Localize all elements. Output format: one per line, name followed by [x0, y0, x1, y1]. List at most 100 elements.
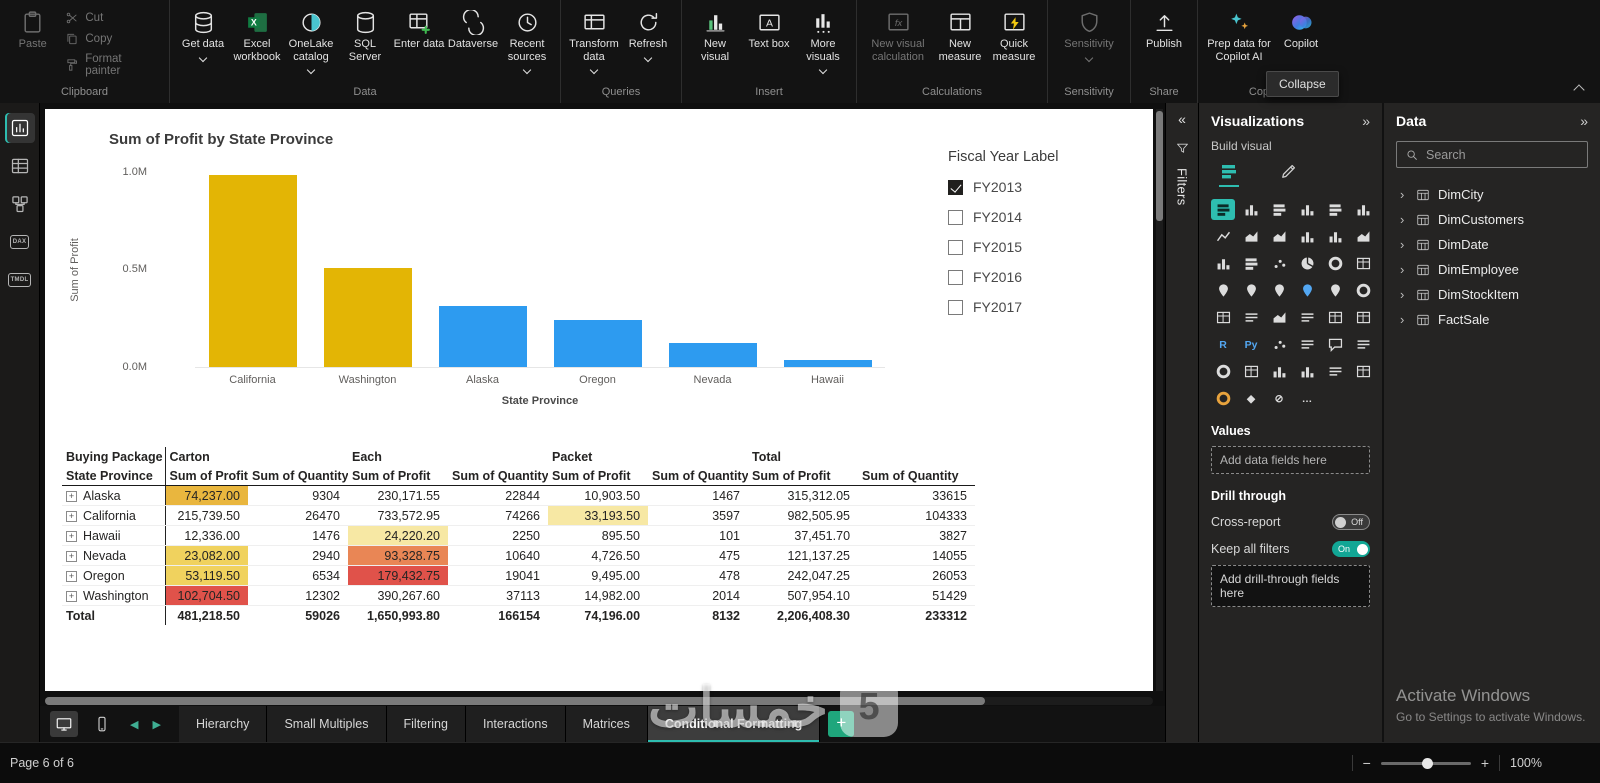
collapse-pane-icon[interactable]: » [1362, 113, 1370, 129]
visual-icon-smart-narrative[interactable] [1351, 334, 1375, 355]
visual-icon-arcgis-map[interactable] [1323, 280, 1347, 301]
matrix-cell[interactable]: 2,206,408.30 [748, 605, 859, 625]
table-row[interactable]: + California 215,739.50 26470 733,572.95 … [62, 505, 976, 526]
new-visual-button[interactable]: New visual [688, 7, 742, 66]
checkbox-icon[interactable] [948, 299, 963, 315]
visual-icon-clustered-column-chart[interactable] [1295, 199, 1319, 220]
bar-Washington[interactable] [323, 268, 412, 367]
collapse-ribbon-icon[interactable] [1574, 83, 1584, 93]
visual-icon-decomposition-tree[interactable] [1295, 334, 1319, 355]
column-header-packet[interactable]: Packet [548, 447, 748, 466]
column-header[interactable]: Buying Package [62, 447, 165, 466]
matrix-cell[interactable]: 14,982.00 [548, 585, 649, 606]
matrix-cell[interactable]: 59026 [248, 605, 348, 625]
matrix-cell[interactable]: 895.50 [548, 525, 649, 546]
bar-Oregon[interactable] [553, 320, 642, 367]
row-header-cell[interactable]: + Washington [62, 585, 165, 606]
dataverse-button[interactable]: Dataverse [446, 7, 500, 54]
visual-icon-slicer[interactable] [1295, 307, 1319, 328]
expand-icon[interactable]: + [66, 590, 77, 602]
matrix-cell[interactable]: 215,739.50 [164, 505, 248, 526]
matrix-cell[interactable]: 3597 [648, 505, 749, 526]
visual-icon-stacked-bar-chart[interactable] [1211, 199, 1235, 220]
visual-icon-line-and-stacked-column-chart[interactable] [1295, 226, 1319, 247]
matrix-cell[interactable]: 33615 [858, 485, 976, 506]
sql-server-button[interactable]: SQL Server [338, 7, 392, 66]
matrix-cell[interactable]: 121,137.25 [748, 545, 859, 566]
visual-icon-scorecard[interactable] [1211, 388, 1235, 409]
matrix-cell[interactable]: 242,047.25 [748, 565, 859, 586]
add-data-fields-well[interactable]: Add data fields here [1211, 446, 1370, 474]
bar-Alaska[interactable] [438, 306, 527, 367]
chevron-right-icon[interactable]: › [1400, 237, 1408, 252]
matrix-cell[interactable]: 9,495.00 [548, 565, 649, 586]
matrix-cell[interactable]: 481,218.50 [164, 605, 248, 625]
copilot-button[interactable]: Copilot [1274, 7, 1328, 54]
row-header-cell[interactable]: + Hawaii [62, 525, 165, 546]
matrix-cell[interactable]: 24,220.20 [348, 525, 448, 546]
measure-header[interactable]: Sum of Profit [164, 466, 248, 486]
visual-icon-map[interactable] [1211, 280, 1235, 301]
dax-query-view-button[interactable]: DAX [5, 227, 35, 257]
matrix-cell[interactable]: 390,267.60 [348, 585, 448, 606]
vertical-scrollbar-thumb[interactable] [1156, 111, 1163, 221]
table-item-factsale[interactable]: › FactSale [1396, 307, 1588, 332]
matrix-cell[interactable]: 22844 [448, 485, 549, 506]
chevron-right-icon[interactable]: › [1400, 212, 1408, 227]
row-header-cell[interactable]: + California [62, 505, 165, 526]
prep-data-copilot-button[interactable]: Prep data for Copilot AI [1204, 7, 1274, 66]
horizontal-scrollbar[interactable] [45, 697, 1153, 705]
matrix-cell[interactable]: 478 [648, 565, 749, 586]
checkbox-checked-icon[interactable] [948, 179, 963, 195]
matrix-cell[interactable]: 233312 [858, 605, 976, 625]
desktop-layout-button[interactable] [50, 711, 78, 737]
matrix-cell[interactable]: 14055 [858, 545, 976, 566]
table-row[interactable]: + Hawaii 12,336.00 1476 24,220.20 2250 89… [62, 525, 976, 546]
visual-icon-100-stacked-column-chart[interactable] [1351, 199, 1375, 220]
visual-icon-kpi[interactable] [1267, 307, 1291, 328]
new-visual-calculation-button[interactable]: fx New visual calculation [863, 7, 933, 66]
row-header-cell[interactable]: + Nevada [62, 545, 165, 566]
matrix-cell[interactable]: 4,726.50 [548, 545, 649, 566]
visual-icon-line-chart[interactable] [1211, 226, 1235, 247]
matrix-cell[interactable]: 1467 [648, 485, 749, 506]
matrix-cell[interactable]: 507,954.10 [748, 585, 859, 606]
matrix-cell[interactable]: 53,119.50 [164, 565, 248, 586]
chevron-right-icon[interactable]: › [1400, 262, 1408, 277]
visual-icon-more-options[interactable]: … [1295, 388, 1319, 409]
visual-icon-metrics[interactable] [1211, 361, 1235, 382]
matrix-cell[interactable]: 74,196.00 [548, 605, 649, 625]
expand-icon[interactable]: + [66, 550, 77, 562]
get-data-button[interactable]: Get data [176, 7, 230, 64]
matrix-cell[interactable]: 26470 [248, 505, 348, 526]
visual-icon-filled-map[interactable] [1239, 280, 1263, 301]
visual-icon-area-chart[interactable] [1239, 226, 1263, 247]
matrix-cell[interactable]: 179,432.75 [348, 565, 448, 586]
tab-small-multiples[interactable]: Small Multiples [267, 706, 387, 742]
matrix-cell[interactable]: 19041 [448, 565, 549, 586]
visual-icon-r-script-visual[interactable]: R [1211, 334, 1235, 355]
keep-all-filters-toggle[interactable]: On [1332, 541, 1370, 557]
new-measure-button[interactable]: New measure [933, 7, 987, 66]
collapse-pane-icon[interactable]: » [1580, 113, 1588, 129]
visual-icon-qna[interactable] [1323, 334, 1347, 355]
tmdl-view-button[interactable]: TMDL [5, 265, 35, 295]
bar-slot-Hawaii[interactable]: Hawaii [770, 173, 885, 386]
paste-button[interactable]: Paste [6, 7, 59, 54]
new-page-button[interactable]: + [828, 711, 855, 737]
table-item-dimstockitem[interactable]: › DimStockItem [1396, 282, 1588, 307]
visual-icon-funnel-chart[interactable] [1239, 253, 1263, 274]
visual-icon-stacked-area-chart[interactable] [1267, 226, 1291, 247]
visual-icon-waterfall-chart[interactable] [1211, 253, 1235, 274]
refresh-button[interactable]: Refresh [621, 7, 675, 64]
matrix-cell[interactable]: 37113 [448, 585, 549, 606]
format-visual-tab[interactable] [1279, 161, 1299, 187]
tab-matrices[interactable]: Matrices [565, 706, 648, 742]
vertical-scrollbar[interactable] [1156, 109, 1163, 691]
publish-button[interactable]: Publish [1137, 7, 1191, 54]
expand-icon[interactable]: + [66, 490, 77, 502]
slicer-item-fy2015[interactable]: FY2015 [948, 239, 1158, 255]
enter-data-button[interactable]: Enter data [392, 7, 446, 54]
previous-page-arrow[interactable]: ◀ [130, 718, 138, 731]
horizontal-scrollbar-thumb[interactable] [45, 697, 985, 705]
